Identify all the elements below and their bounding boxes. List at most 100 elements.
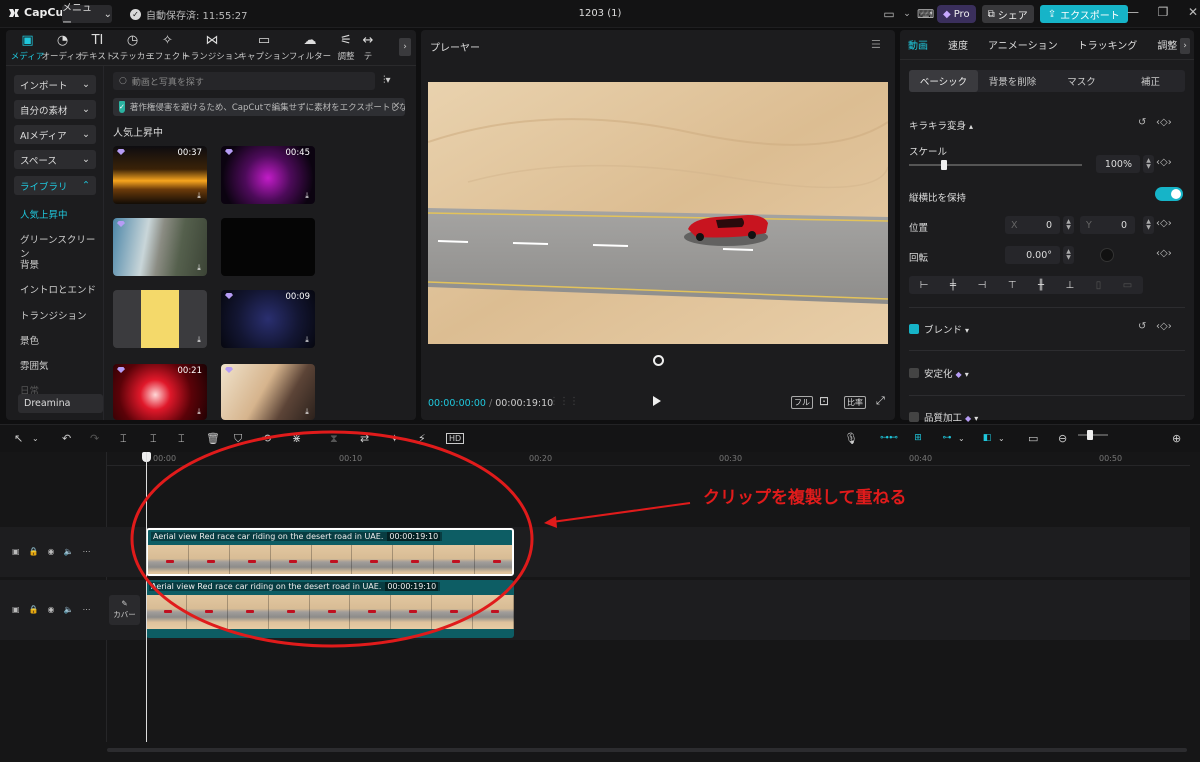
redo-icon[interactable]: ↷: [90, 432, 99, 445]
split-icon[interactable]: ⌶: [120, 432, 127, 446]
screen-icon[interactable]: ▭: [1028, 432, 1038, 445]
subtab-basic[interactable]: ベーシック: [909, 70, 978, 92]
download-icon[interactable]: ⤓: [302, 191, 312, 201]
position-x-input[interactable]: X0: [1005, 216, 1060, 234]
media-thumb[interactable]: ⤓: [113, 218, 207, 276]
sidebar-item-space[interactable]: スペース ⌄: [14, 150, 96, 169]
hd-icon[interactable]: HD: [446, 433, 465, 444]
tab-template[interactable]: ↔ テ: [361, 30, 375, 65]
subtab-correction[interactable]: 補正: [1116, 70, 1185, 92]
minimize-icon[interactable]: —: [1124, 5, 1142, 19]
speaker-icon[interactable]: 🔈: [64, 547, 74, 556]
linkage-icon[interactable]: ⊶: [936, 430, 958, 446]
more-icon[interactable]: ⋯: [82, 547, 90, 556]
sidebar-item-my-assets[interactable]: 自分の素材 ⌄: [14, 100, 96, 119]
chevron-down-icon[interactable]: ⌄: [998, 434, 1005, 443]
zoom-out-icon[interactable]: ⊖: [1058, 432, 1067, 445]
scale-stepper[interactable]: ▲ ▼: [1143, 155, 1154, 173]
menu-icon[interactable]: ☰: [871, 38, 881, 51]
aspect-lock-toggle[interactable]: [1155, 187, 1183, 201]
blend-heading[interactable]: ブレンド ▾: [924, 322, 969, 336]
subtab-remove-bg[interactable]: 背景を削除: [978, 70, 1047, 92]
close-icon[interactable]: ✕: [1184, 5, 1200, 19]
tab-tracking[interactable]: トラッキング: [1068, 37, 1148, 52]
tab-speed[interactable]: 速度: [938, 37, 978, 52]
position-y-stepper[interactable]: ▲ ▼: [1143, 216, 1154, 234]
split-left-icon[interactable]: ⌶: [150, 432, 157, 446]
tab-transition[interactable]: ⋈ トランジション: [182, 30, 242, 65]
main-clip[interactable]: Aerial view Red race car riding on the d…: [146, 580, 514, 638]
reset-icon[interactable]: ↺: [1138, 321, 1146, 332]
keyframe-icon[interactable]: ‹◇›: [1156, 157, 1172, 168]
sidebar-item-import[interactable]: インポート ⌄: [14, 75, 96, 94]
tab-adjust[interactable]: ⚟ 調整: [331, 30, 361, 65]
delete-icon[interactable]: 🗑: [206, 432, 220, 445]
zoom-in-icon[interactable]: ⊕: [1172, 432, 1181, 445]
microphone-icon[interactable]: 🎙: [844, 432, 858, 445]
layout-chevron-icon[interactable]: ⌄: [903, 9, 911, 19]
tab-animation[interactable]: アニメーション: [978, 37, 1068, 52]
eye-icon[interactable]: ◉: [48, 605, 55, 614]
quality-heading[interactable]: 品質加工 ◆ ▾: [924, 410, 978, 424]
playhead[interactable]: [146, 452, 147, 742]
undo-icon[interactable]: ↶: [62, 432, 71, 445]
sidebar-sub-intro-end[interactable]: イントロとエンド: [20, 282, 96, 296]
sidebar-sub-scenery[interactable]: 景色: [20, 333, 39, 347]
tab-sticker[interactable]: ◷ ステッカー: [111, 30, 154, 65]
play-icon[interactable]: [653, 396, 661, 406]
align-top-icon[interactable]: ⊤: [1008, 280, 1017, 291]
keyframe-icon[interactable]: ‹◇›: [1156, 248, 1172, 259]
transform-heading[interactable]: キラキラ変身 ▴: [909, 118, 973, 132]
align-bottom-icon[interactable]: ⊥: [1065, 280, 1074, 291]
menu-button[interactable]: メニュー ⌄: [62, 3, 112, 29]
waveform-icon[interactable]: ⋮⋮⋮: [549, 396, 579, 407]
scale-slider-knob[interactable]: [940, 160, 947, 170]
tab-filter[interactable]: ☁ フィルター: [289, 30, 331, 65]
keyframe-icon[interactable]: ‹◇›: [1156, 321, 1172, 332]
keyframe-icon[interactable]: ‹◇›: [1156, 218, 1172, 229]
tabs-scroll-right-icon[interactable]: ›: [1180, 38, 1190, 54]
lock-icon[interactable]: 🔒: [29, 605, 39, 614]
media-thumb[interactable]: 00:21 ⤓: [113, 364, 207, 420]
magic-wand-icon[interactable]: ⚡: [418, 432, 426, 445]
overlay-clip[interactable]: Aerial view Red race car riding on the d…: [146, 528, 514, 576]
distribute-v-icon[interactable]: ▭: [1123, 280, 1132, 291]
main-track-magnet-icon[interactable]: ⊶⊷: [878, 430, 900, 446]
freeze-icon[interactable]: ⋇: [292, 432, 301, 445]
media-thumb[interactable]: ⤓: [113, 290, 207, 348]
marker-icon[interactable]: ⛉: [234, 432, 242, 446]
media-thumb[interactable]: 00:45 ⤓: [221, 146, 315, 204]
align-vcenter-icon[interactable]: ╫: [1038, 280, 1044, 291]
subtab-mask[interactable]: マスク: [1047, 70, 1116, 92]
export-button[interactable]: ⇪ エクスポート: [1039, 5, 1128, 23]
tab-audio[interactable]: ◔ オーディオ: [42, 30, 84, 65]
horizontal-scrollbar[interactable]: [107, 748, 1187, 752]
mirror-icon[interactable]: ⧗: [330, 432, 338, 446]
rotate-input[interactable]: 0.00°: [1005, 246, 1060, 264]
sidebar-sub-green-screen[interactable]: グリーンスクリーン: [20, 232, 103, 260]
zoom-slider-knob[interactable]: [1087, 430, 1093, 440]
select-cursor-icon[interactable]: ↖: [14, 432, 23, 445]
download-icon[interactable]: ⤓: [194, 263, 204, 273]
quality-checkbox[interactable]: [909, 412, 919, 422]
media-thumb[interactable]: ⤓: [221, 364, 315, 420]
ratio-button[interactable]: 比率: [844, 396, 866, 409]
tab-caption[interactable]: ▭ キャプション: [239, 30, 290, 65]
cover-button[interactable]: ✎ カバー: [109, 595, 140, 625]
share-button[interactable]: ⧉ シェア: [981, 5, 1034, 23]
media-thumb[interactable]: [221, 218, 315, 276]
tab-video[interactable]: 動画: [908, 37, 938, 52]
stabilize-heading[interactable]: 安定化 ◆ ▾: [924, 366, 969, 380]
reset-icon[interactable]: ↺: [1138, 117, 1146, 128]
tabs-scroll-right-icon[interactable]: ›: [399, 38, 411, 56]
sidebar-sub-trending[interactable]: 人気上昇中: [20, 207, 68, 221]
filter-icon[interactable]: ⫶▾: [383, 75, 391, 86]
chevron-down-icon[interactable]: ⌄: [32, 434, 39, 443]
search-input[interactable]: ○ 動画と写真を探す: [113, 72, 375, 90]
zoom-slider-track[interactable]: [1078, 434, 1108, 436]
download-icon[interactable]: ⤓: [302, 335, 312, 345]
download-icon[interactable]: ⤓: [194, 407, 204, 417]
eye-icon[interactable]: ◉: [48, 547, 55, 556]
layout-icon[interactable]: ▭: [881, 7, 897, 21]
download-icon[interactable]: ⤓: [194, 335, 204, 345]
